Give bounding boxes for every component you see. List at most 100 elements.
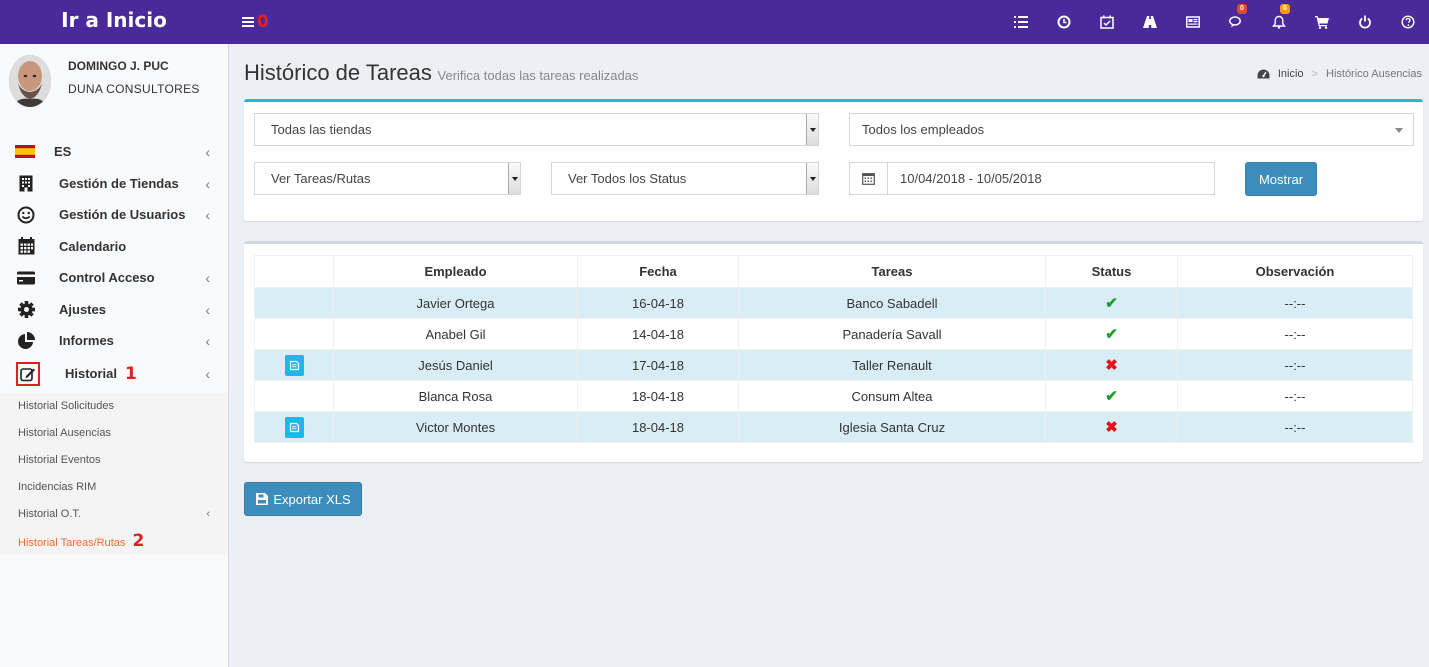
sidebar-toggle-button[interactable]: 0	[242, 12, 269, 32]
chevron-down-icon	[806, 114, 818, 145]
table-row: Jesús Daniel 17-04-18 Taller Renault ✖ --:--	[254, 349, 1413, 381]
column-header-tareas: Tareas	[738, 255, 1046, 288]
check-icon: ✔	[1105, 295, 1118, 312]
submenu-item-label: Historial O.T.	[18, 508, 81, 520]
calendar-check-icon[interactable]	[1085, 0, 1128, 44]
historial-submenu: Historial Solicitudes Historial Ausencia…	[0, 393, 228, 555]
column-header-fecha: Fecha	[577, 255, 739, 288]
table-header-row: Empleado Fecha Tareas Status Observación	[254, 255, 1413, 288]
page-header: Histórico de Tareas Verifica todas las t…	[244, 60, 638, 86]
task-cell: Consum Altea	[738, 380, 1046, 412]
sidebar-item-calendario[interactable]: Calendario	[0, 231, 228, 263]
breadcrumb-separator: >	[1311, 68, 1318, 80]
submenu-item-ot[interactable]: Historial O.T. ‹	[0, 501, 228, 528]
export-xls-button[interactable]: Exportar XLS	[244, 482, 362, 516]
annotation-marker-0: 0	[257, 12, 269, 32]
employee-cell: Anabel Gil	[333, 318, 578, 350]
task-cell: Iglesia Santa Cruz	[738, 411, 1046, 443]
navbar-icons: 0 0	[999, 0, 1429, 44]
calendar-icon	[850, 163, 888, 194]
export-xls-label: Exportar XLS	[273, 491, 351, 507]
employee-cell: Victor Montes	[333, 411, 578, 443]
employee-cell: Javier Ortega	[333, 287, 578, 319]
list-icon[interactable]	[999, 0, 1042, 44]
table-row: Anabel Gil 14-04-18 Panadería Savall ✔ --:--	[254, 318, 1413, 350]
calendar-icon	[16, 236, 36, 256]
note-icon[interactable]	[284, 354, 304, 376]
road-icon[interactable]	[1128, 0, 1171, 44]
observation-cell: --:--	[1177, 411, 1413, 443]
sidebar-item-ajustes[interactable]: Ajustes ‹	[0, 294, 228, 326]
submenu-item-tareas-rutas[interactable]: Historial Tareas/Rutas 2	[0, 528, 228, 555]
table-body: Javier Ortega 16-04-18 Banco Sabadell ✔ --:-…	[254, 287, 1413, 443]
chevron-left-icon: ‹	[205, 301, 210, 318]
file-excel-icon	[256, 493, 269, 505]
status-cell: ✖	[1045, 349, 1178, 381]
observation-cell: --:--	[1177, 349, 1413, 381]
submenu-item-solicitudes[interactable]: Historial Solicitudes	[0, 393, 228, 420]
cross-icon: ✖	[1105, 419, 1118, 436]
submenu-item-eventos[interactable]: Historial Eventos	[0, 447, 228, 474]
smile-icon	[16, 205, 36, 225]
page-title: Histórico de Tareas	[244, 60, 432, 85]
submenu-item-incidencias[interactable]: Incidencias RIM	[0, 474, 228, 501]
breadcrumb-home-link[interactable]: Inicio	[1278, 68, 1304, 80]
mostrar-button[interactable]: Mostrar	[1245, 162, 1317, 196]
task-cell: Banco Sabadell	[738, 287, 1046, 319]
chevron-down-icon	[806, 163, 818, 194]
sidebar-item-control-acceso[interactable]: Control Acceso ‹	[0, 262, 228, 294]
table-row: Javier Ortega 16-04-18 Banco Sabadell ✔ --:-…	[254, 287, 1413, 319]
column-header-status: Status	[1045, 255, 1178, 288]
status-select[interactable]: Ver Todos los Status	[551, 162, 819, 195]
dashboard-icon	[1257, 69, 1270, 78]
sidebar-item-informes[interactable]: Informes ‹	[0, 325, 228, 357]
sidebar-item-historial[interactable]: Historial 1 ‹	[0, 357, 228, 391]
newspaper-icon[interactable]	[1171, 0, 1214, 44]
date-cell: 18-04-18	[577, 411, 739, 443]
date-range-input[interactable]: 10/04/2018 - 10/05/2018	[888, 163, 1214, 194]
check-icon: ✔	[1105, 326, 1118, 343]
employee-select[interactable]: Todos los empleados	[849, 113, 1414, 146]
sidebar-item-tiendas[interactable]: Gestión de Tiendas ‹	[0, 168, 228, 200]
status-cell: ✔	[1045, 318, 1178, 350]
column-header-note	[254, 255, 334, 288]
store-select[interactable]: Todas las tiendas	[254, 113, 819, 146]
bell-icon[interactable]: 0	[1257, 0, 1300, 44]
chevron-left-icon: ‹	[205, 144, 210, 160]
column-header-empleado: Empleado	[333, 255, 578, 288]
status-cell: ✖	[1045, 411, 1178, 443]
status-select-value: Ver Todos los Status	[568, 171, 687, 186]
status-cell: ✔	[1045, 380, 1178, 412]
note-icon[interactable]	[284, 416, 304, 438]
date-cell: 18-04-18	[577, 380, 739, 412]
home-link[interactable]: Ir a Inicio	[0, 0, 228, 44]
sidebar-menu: ES ‹ Gestión de Tiendas ‹ Gestión de Usu…	[0, 136, 228, 391]
sidebar-item-language[interactable]: ES ‹	[0, 136, 228, 168]
comments-icon[interactable]: 0	[1214, 0, 1257, 44]
clock-icon[interactable]	[1042, 0, 1085, 44]
store-select-value: Todas las tiendas	[271, 122, 372, 137]
tasks-table: Empleado Fecha Tareas Status Observación…	[254, 255, 1413, 443]
sidebar-item-usuarios[interactable]: Gestión de Usuarios ‹	[0, 199, 228, 231]
observation-cell: --:--	[1177, 318, 1413, 350]
building-icon	[16, 173, 36, 193]
observation-cell: --:--	[1177, 380, 1413, 412]
note-cell	[254, 287, 334, 319]
filters-box: Todas las tiendas Todos los empleados Ve…	[244, 99, 1423, 221]
chevron-left-icon: ‹	[205, 207, 210, 223]
power-icon[interactable]	[1343, 0, 1386, 44]
date-cell: 17-04-18	[577, 349, 739, 381]
sidebar: DOMINGO J. PUC DUNA CONSULTORES ES ‹ Ges…	[0, 44, 229, 667]
submenu-item-ausencias[interactable]: Historial Ausencias	[0, 420, 228, 447]
edit-icon	[16, 361, 40, 386]
results-box: Empleado Fecha Tareas Status Observación…	[244, 241, 1423, 462]
type-select[interactable]: Ver Tareas/Rutas	[254, 162, 521, 195]
note-cell	[254, 349, 334, 381]
sidebar-item-label: Informes	[59, 333, 114, 349]
column-header-observacion: Observación	[1177, 255, 1413, 288]
date-range-field[interactable]: 10/04/2018 - 10/05/2018	[849, 162, 1215, 195]
cart-icon[interactable]	[1300, 0, 1343, 44]
comments-count-badge: 0	[1237, 4, 1247, 14]
help-icon[interactable]	[1386, 0, 1429, 44]
credit-card-icon	[16, 268, 36, 288]
